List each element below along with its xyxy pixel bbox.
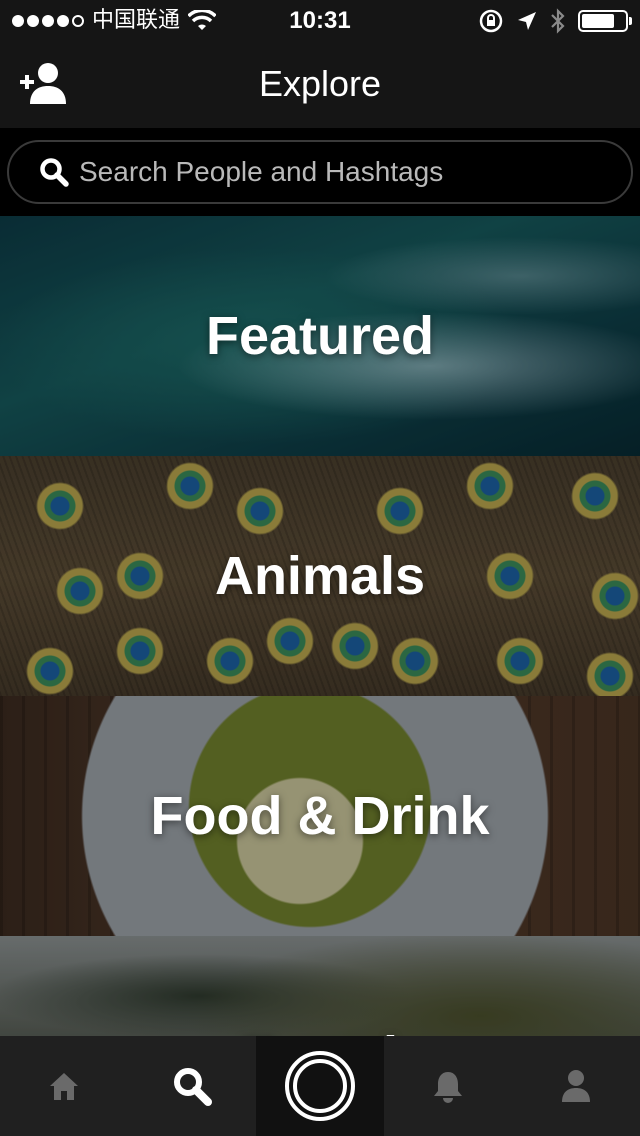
tab-bar: [0, 1036, 640, 1136]
category-featured[interactable]: Featured: [0, 216, 640, 456]
category-travel[interactable]: Travel: [0, 936, 640, 1036]
tab-search[interactable]: [128, 1036, 256, 1136]
orientation-lock-icon: [479, 9, 503, 33]
status-bar: 中国联通 10:31: [0, 0, 640, 40]
location-arrow-icon: [518, 12, 536, 30]
search-icon: [174, 1068, 212, 1106]
profile-icon: [562, 1070, 590, 1102]
capture-icon: [285, 1051, 355, 1121]
search-section: [0, 128, 640, 216]
tab-home[interactable]: [0, 1036, 128, 1136]
search-bar[interactable]: [7, 140, 633, 204]
category-food-drink[interactable]: Food & Drink: [0, 696, 640, 936]
home-icon: [50, 1073, 78, 1100]
page-title: Explore: [258, 63, 382, 104]
tab-profile[interactable]: [512, 1036, 640, 1136]
status-right: [478, 8, 632, 34]
battery-icon: [578, 10, 632, 32]
category-label: Travel: [0, 1025, 640, 1036]
tab-notifications[interactable]: [384, 1036, 512, 1136]
category-animals[interactable]: Animals: [0, 456, 640, 696]
nav-bar: Explore: [0, 40, 640, 128]
category-label: Animals: [214, 546, 426, 606]
search-input[interactable]: [79, 142, 611, 202]
category-list: Featured Animals Food & Drink Travel: [0, 216, 640, 1036]
tab-capture[interactable]: [256, 1036, 384, 1136]
bluetooth-icon: [551, 8, 565, 34]
search-icon: [40, 158, 69, 187]
category-label: Featured: [205, 306, 435, 366]
battery-level: [582, 14, 614, 28]
category-label: Food & Drink: [150, 786, 490, 846]
bell-icon: [434, 1072, 462, 1103]
